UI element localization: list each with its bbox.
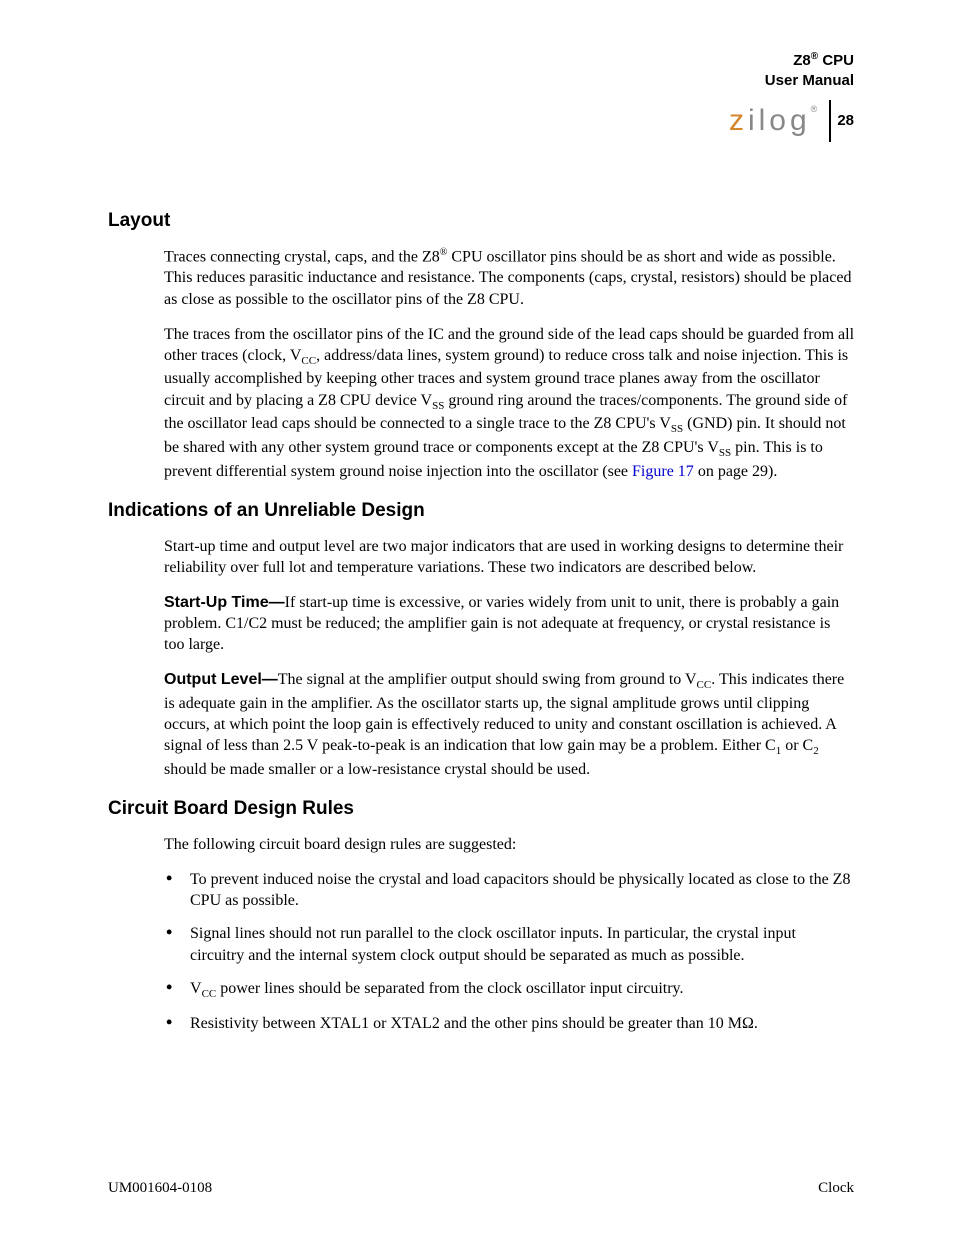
layout-p1: Traces connecting crystal, caps, and the… (164, 246, 854, 310)
heading-unreliable: Indications of an Unreliable Design (108, 500, 854, 522)
logo-block: zilog® 28 (729, 100, 854, 142)
logo-rest: ilog (748, 104, 811, 137)
list-item: To prevent induced noise the crystal and… (164, 869, 854, 911)
unreliable-p3: Output Level—The signal at the amplifier… (164, 669, 854, 780)
header-separator (829, 100, 831, 142)
product-name: Z8 (793, 52, 811, 69)
output-label: Output Level— (164, 671, 278, 688)
circuit-intro: The following circuit board design rules… (164, 834, 854, 855)
circuit-bullet-list: To prevent induced noise the crystal and… (164, 869, 854, 1034)
page-content: Layout Traces connecting crystal, caps, … (108, 210, 854, 1034)
logo-reg: ® (811, 104, 822, 114)
startup-label: Start-Up Time— (164, 594, 285, 611)
page-header: Z8® CPU User Manual zilog® 28 (729, 50, 854, 142)
section-name: Clock (818, 1180, 854, 1197)
figure-link[interactable]: Figure 17 (632, 463, 694, 480)
list-item: VCC power lines should be separated from… (164, 978, 854, 1002)
page-footer: UM001604-0108 Clock (108, 1180, 854, 1197)
heading-layout: Layout (108, 210, 854, 232)
page-number: 28 (837, 112, 854, 131)
list-item: Signal lines should not run parallel to … (164, 923, 854, 965)
zilog-logo: zilog® (729, 104, 821, 138)
heading-circuit: Circuit Board Design Rules (108, 798, 854, 820)
logo-z: z (729, 104, 748, 137)
doc-subtitle: User Manual (765, 72, 854, 89)
doc-number: UM001604-0108 (108, 1180, 212, 1197)
list-item: Resistivity between XTAL1 or XTAL2 and t… (164, 1013, 854, 1034)
unreliable-p2: Start-Up Time—If start-up time is excess… (164, 592, 854, 655)
product-suffix: CPU (818, 52, 854, 69)
layout-p2: The traces from the oscillator pins of t… (164, 324, 854, 482)
doc-title: Z8® CPU User Manual (729, 50, 854, 90)
unreliable-p1: Start-up time and output level are two m… (164, 536, 854, 578)
